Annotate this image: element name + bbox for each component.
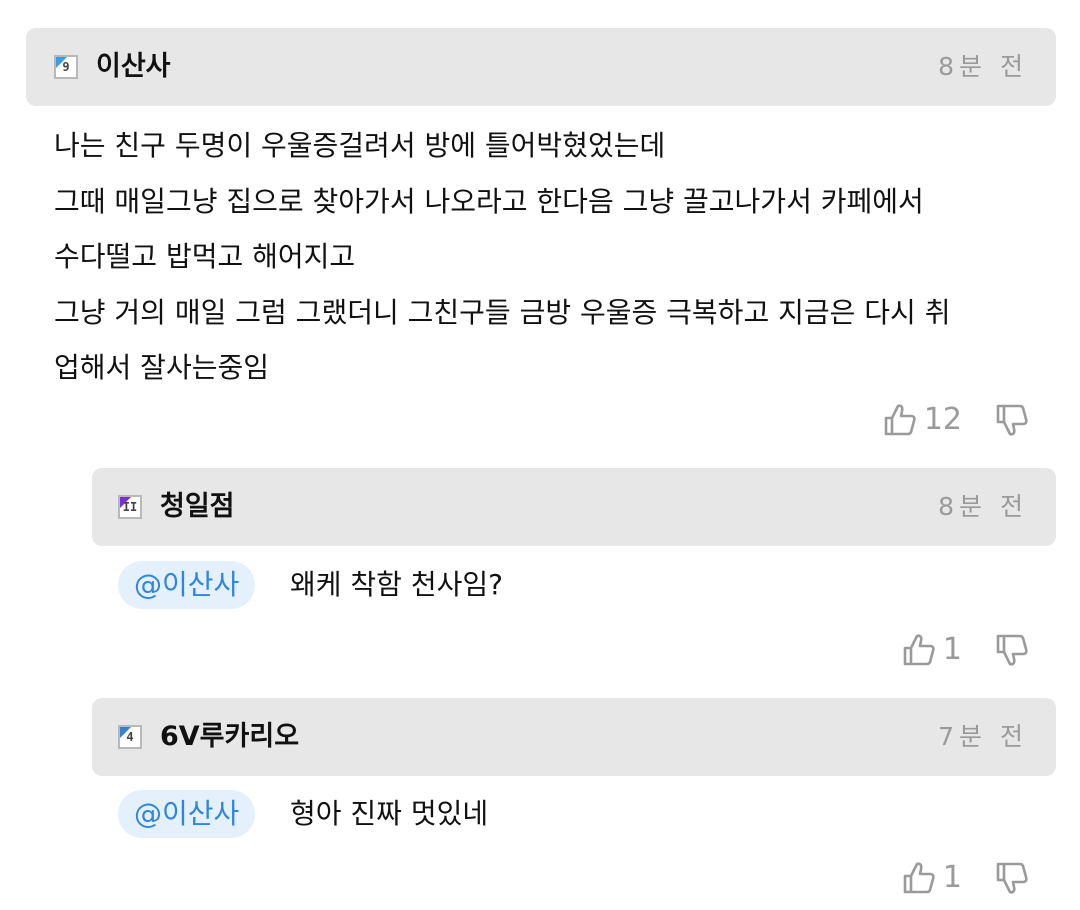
thumbs-down-icon bbox=[994, 402, 1030, 438]
comment-timestamp: 8분 전 bbox=[938, 52, 1028, 81]
comment-body-line: 나는 친구 두명이 우울증걸려서 방에 틀어박혔었는데 bbox=[54, 129, 666, 162]
reply-body: 형아 진짜 멋있네 bbox=[290, 797, 489, 830]
like-count: 1 bbox=[942, 860, 962, 895]
thumbs-down-icon bbox=[994, 860, 1030, 896]
like-button[interactable]: 1 bbox=[901, 858, 962, 898]
like-button[interactable]: 1 bbox=[901, 630, 962, 670]
reply-timestamp: 8분 전 bbox=[938, 492, 1028, 521]
dislike-button[interactable] bbox=[994, 860, 1030, 896]
reply-author[interactable]: 6V루카리오 bbox=[160, 719, 299, 755]
dislike-button[interactable] bbox=[994, 632, 1030, 668]
level-badge-icon: II bbox=[118, 495, 142, 519]
comment-body-line: 그냥 거의 매일 그럼 그랬더니 그친구들 금방 우울증 극복하고 지금은 다시… bbox=[54, 295, 951, 329]
level-badge-icon: 9 bbox=[54, 55, 78, 79]
comment-body-line: 수다떨고 밥먹고 해어지고 bbox=[54, 240, 356, 273]
thumbs-down-icon bbox=[994, 632, 1030, 668]
like-count: 12 bbox=[923, 402, 962, 437]
level-badge-icon: 4 bbox=[118, 725, 142, 749]
comment-header: 9 이산사 8분 전 bbox=[26, 28, 1056, 106]
thumbs-up-icon bbox=[901, 632, 937, 668]
reply-timestamp: 7분 전 bbox=[938, 722, 1028, 751]
reply-header: 4 6V루카리오 7분 전 bbox=[92, 698, 1056, 776]
thumbs-up-icon bbox=[901, 860, 937, 896]
reply-author[interactable]: 청일점 bbox=[160, 489, 235, 525]
reply-vote-bar: 1 bbox=[901, 858, 1030, 898]
comment-body: 나는 친구 두명이 우울증걸려서 방에 틀어박혔었는데 그때 매일그냥 집으로 … bbox=[54, 118, 1064, 396]
dislike-button[interactable] bbox=[994, 402, 1030, 438]
mention-tag[interactable]: @이산사 bbox=[118, 561, 256, 609]
comment-vote-bar: 12 bbox=[882, 400, 1030, 440]
thumbs-up-icon bbox=[882, 402, 918, 438]
comment-body-line: 업해서 잘사는중임 bbox=[54, 351, 269, 384]
like-button[interactable]: 12 bbox=[882, 400, 962, 440]
reply-vote-bar: 1 bbox=[901, 630, 1030, 670]
like-count: 1 bbox=[942, 632, 962, 667]
comment-author[interactable]: 이산사 bbox=[96, 49, 171, 85]
mention-tag[interactable]: @이산사 bbox=[118, 790, 256, 838]
reply-header: II 청일점 8분 전 bbox=[92, 468, 1056, 546]
reply-body: 왜케 착함 천사임? bbox=[290, 568, 503, 601]
comment-body-line: 그때 매일그냥 집으로 찾아가서 나오라고 한다음 그냥 끌고나가서 카페에서 bbox=[54, 184, 924, 218]
